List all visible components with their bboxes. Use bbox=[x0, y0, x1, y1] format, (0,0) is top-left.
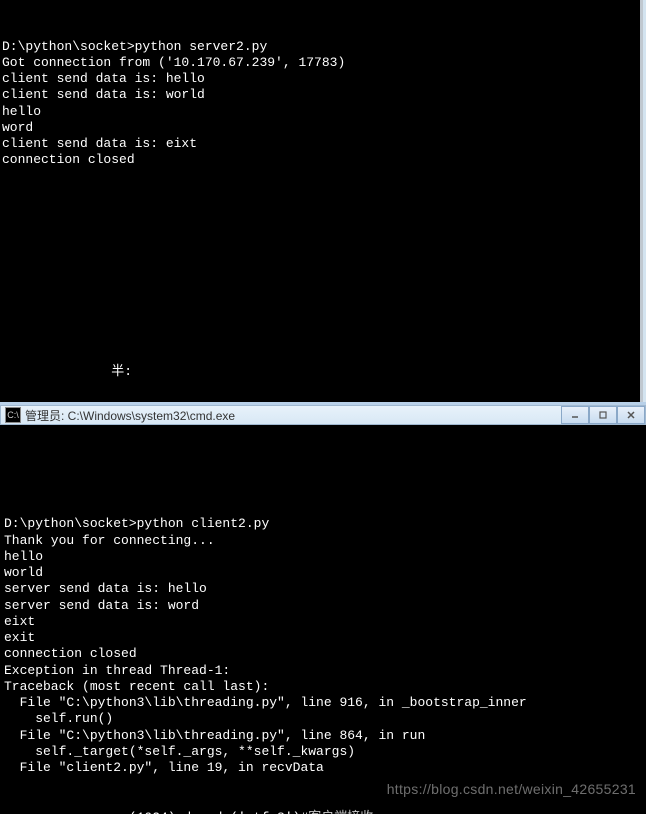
terminal-line: self._target(*self._args, **self._kwargs… bbox=[4, 744, 642, 760]
terminal-line: client send data is: hello bbox=[2, 71, 638, 87]
cmd-title-text: 管理员: C:\Windows\system32\cmd.exe bbox=[25, 407, 235, 424]
ime-label: 半: bbox=[80, 347, 132, 396]
terminal-line bbox=[4, 500, 642, 516]
watermark: https://blog.csdn.net/weixin_42655231 bbox=[387, 781, 636, 799]
client-terminal-output: D:\python\socket>python client2.pyThank … bbox=[2, 464, 644, 814]
minimize-button[interactable] bbox=[561, 406, 589, 424]
terminal-line: Thank you for connecting... bbox=[4, 533, 642, 549]
terminal-line: connection closed bbox=[2, 152, 638, 168]
terminal-line: hello bbox=[4, 549, 642, 565]
terminal-line: D:\python\socket>python server2.py bbox=[2, 39, 638, 55]
terminal-line: hello bbox=[2, 104, 638, 120]
maximize-button[interactable] bbox=[589, 406, 617, 424]
close-button[interactable] bbox=[617, 406, 645, 424]
cmd-icon: C:\ bbox=[5, 407, 21, 423]
terminal-line: Traceback (most recent call last): bbox=[4, 679, 642, 695]
terminal-line: Exception in thread Thread-1: bbox=[4, 663, 642, 679]
terminal-line: server send data is: hello bbox=[4, 581, 642, 597]
terminal-line: world bbox=[4, 565, 642, 581]
cmd-titlebar[interactable]: C:\ 管理员: C:\Windows\system32\cmd.exe bbox=[0, 405, 646, 425]
recv-line: msg = s.recv(1024).decode('utf-8')#客户端接收 bbox=[4, 809, 642, 814]
terminal-line: server send data is: word bbox=[4, 598, 642, 614]
terminal-line: self.run() bbox=[4, 711, 642, 727]
server-terminal[interactable]: D:\python\socket>python server2.pyGot co… bbox=[0, 0, 643, 402]
terminal-line: word bbox=[2, 120, 638, 136]
terminal-line: File "C:\python3\lib\threading.py", line… bbox=[4, 695, 642, 711]
terminal-line: client send data is: eixt bbox=[2, 136, 638, 152]
terminal-line: exit bbox=[4, 630, 642, 646]
terminal-line: connection closed bbox=[4, 646, 642, 662]
terminal-line: D:\python\socket>python client2.py bbox=[4, 516, 642, 532]
server-terminal-output: D:\python\socket>python server2.pyGot co… bbox=[2, 39, 638, 169]
terminal-line: Got connection from ('10.170.67.239', 17… bbox=[2, 55, 638, 71]
terminal-line: File "client2.py", line 19, in recvData bbox=[4, 760, 642, 776]
terminal-line: File "C:\python3\lib\threading.py", line… bbox=[4, 728, 642, 744]
terminal-line: client send data is: world bbox=[2, 87, 638, 103]
terminal-line: eixt bbox=[4, 614, 642, 630]
client-terminal[interactable]: D:\python\socket>python client2.pyThank … bbox=[0, 425, 646, 814]
titlebar-buttons bbox=[561, 406, 645, 424]
